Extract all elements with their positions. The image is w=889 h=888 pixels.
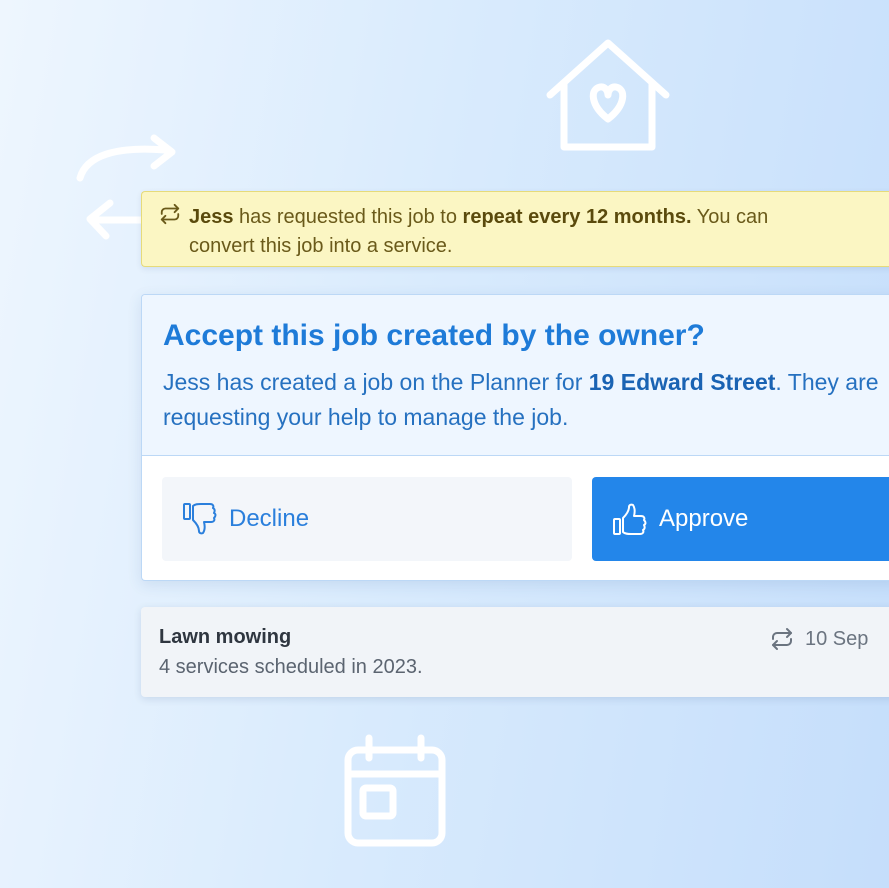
notice-text: Jess has requested this job to repeat ev… bbox=[189, 203, 839, 261]
notice-emphasis: repeat every 12 months. bbox=[462, 206, 692, 228]
card-title: Accept this job created by the owner? bbox=[163, 319, 705, 352]
desc-text-start: Jess has created a job on the Planner fo… bbox=[163, 369, 589, 395]
thumbs-down-icon bbox=[183, 503, 217, 535]
decline-label: Decline bbox=[229, 505, 310, 532]
thumbs-up-icon bbox=[613, 503, 647, 535]
service-date-text: 10 Sep bbox=[805, 627, 869, 650]
decline-button[interactable]: Decline bbox=[162, 477, 572, 561]
card-header: Accept this job created by the owner? Je… bbox=[142, 295, 889, 456]
repeat-icon bbox=[160, 203, 180, 225]
calendar-icon bbox=[344, 734, 446, 847]
notice-text-part1: has requested this job to bbox=[233, 206, 463, 228]
service-name: Lawn mowing bbox=[159, 626, 292, 648]
job-request-card: Accept this job created by the owner? Je… bbox=[141, 294, 889, 581]
service-date: 10 Sep bbox=[770, 627, 868, 651]
address-text: 19 Edward Street bbox=[588, 369, 776, 395]
repeat-request-notice: Jess has requested this job to repeat ev… bbox=[141, 191, 889, 267]
home-heart-icon bbox=[546, 39, 670, 151]
card-description: Jess has created a job on the Planner fo… bbox=[163, 365, 883, 435]
service-subtitle: 4 services scheduled in 2023. bbox=[159, 656, 423, 678]
service-list-item[interactable]: Lawn mowing 4 services scheduled in 2023… bbox=[141, 607, 889, 697]
repeat-icon bbox=[772, 628, 792, 650]
notice-name: Jess bbox=[189, 206, 234, 228]
approve-button[interactable]: Approve bbox=[592, 477, 889, 561]
approve-label: Approve bbox=[659, 505, 749, 532]
